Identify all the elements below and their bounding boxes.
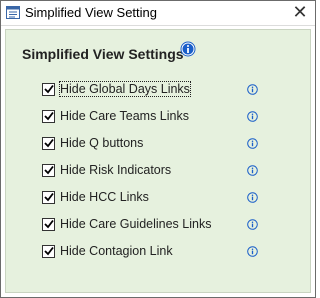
info-icon[interactable] [247,138,258,149]
option-checkbox[interactable] [42,164,55,177]
close-button[interactable]: ✕ [285,1,315,25]
checkmark-icon [44,138,54,148]
settings-panel: Simplified View Settings Hide Global Day… [5,29,311,293]
title-bar[interactable]: Simplified View Setting ✕ [1,1,315,26]
info-circle-icon[interactable] [180,41,196,57]
checkmark-icon [44,111,54,121]
window-app-icon [6,6,20,19]
option-label[interactable]: Hide Global Days Links [59,81,191,97]
option-label[interactable]: Hide Q buttons [60,136,143,150]
option-checkbox[interactable] [42,83,55,96]
option-label[interactable]: Hide Care Teams Links [60,109,189,123]
checkmark-icon [44,84,54,94]
checkmark-icon [44,246,54,256]
option-checkbox[interactable] [42,110,55,123]
option-label[interactable]: Hide HCC Links [60,190,149,204]
checkmark-icon [44,192,54,202]
info-icon[interactable] [247,165,258,176]
option-checkbox[interactable] [42,245,55,258]
checkmark-icon [44,165,54,175]
info-icon[interactable] [247,111,258,122]
close-icon: ✕ [292,2,308,22]
panel-title: Simplified View Settings [22,46,184,62]
option-label[interactable]: Hide Risk Indicators [60,163,171,177]
option-checkbox[interactable] [42,218,55,231]
option-label[interactable]: Hide Care Guidelines Links [60,217,211,231]
checkmark-icon [44,219,54,229]
option-label[interactable]: Hide Contagion Link [60,244,173,258]
window-title: Simplified View Setting [25,5,157,20]
info-icon[interactable] [247,219,258,230]
info-icon[interactable] [247,192,258,203]
dialog-window: Simplified View Setting ✕ Simplified Vie… [0,0,316,298]
info-icon[interactable] [247,84,258,95]
info-icon[interactable] [247,246,258,257]
option-checkbox[interactable] [42,137,55,150]
option-checkbox[interactable] [42,191,55,204]
